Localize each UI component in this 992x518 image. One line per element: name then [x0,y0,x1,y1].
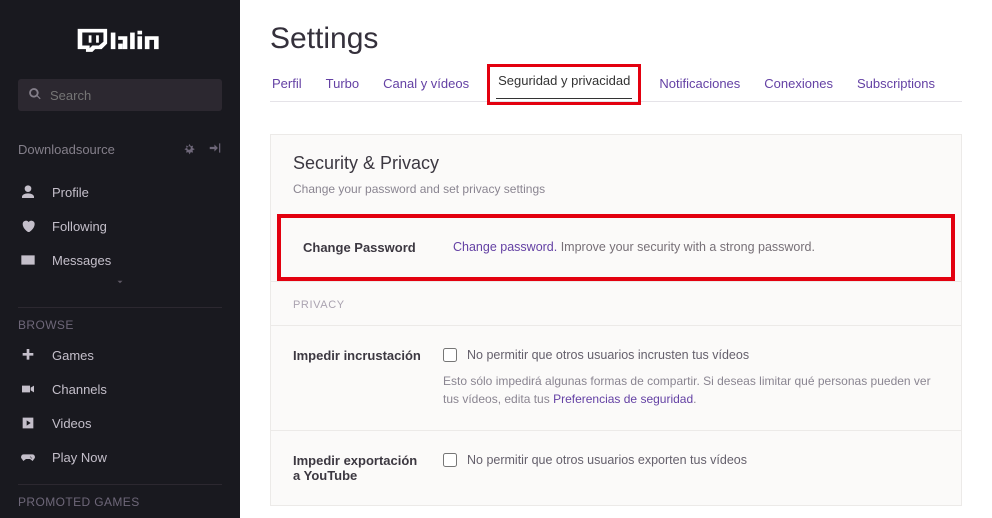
change-password-link[interactable]: Change password. [453,240,557,254]
settings-icon[interactable] [182,141,196,158]
panel-subtitle: Change your password and set privacy set… [293,182,939,196]
tab-canal[interactable]: Canal y vídeos [381,72,471,101]
security-preferences-link[interactable]: Preferencias de seguridad [553,392,693,406]
tab-notificaciones[interactable]: Notificaciones [657,72,742,101]
sidebar-item-videos[interactable]: Videos [0,406,240,440]
tab-turbo[interactable]: Turbo [324,72,361,101]
panel-title: Security & Privacy [293,153,939,174]
privacy-heading: PRIVACY [293,299,345,311]
games-icon [18,347,38,363]
sidebar-item-channels[interactable]: Channels [0,372,240,406]
browse-heading: BROWSE [0,318,240,332]
prevent-embed-row: Impedir incrustación No permitir que otr… [271,325,961,430]
sidebar-item-label: Games [52,348,94,363]
sidebar-item-label: Following [52,219,107,234]
search-icon [28,87,42,104]
search-box[interactable] [18,79,222,111]
prevent-export-label: Impedir exportación a YouTube [293,453,423,483]
divider [18,484,222,485]
prevent-embed-checktext: No permitir que otros usuarios incrusten… [467,348,749,362]
sidebar-item-following[interactable]: Following [0,209,240,243]
camera-icon [18,381,38,397]
tab-seguridad[interactable]: Seguridad y privacidad [496,69,632,99]
expand-toggle[interactable] [0,277,240,297]
heart-icon [18,218,38,234]
sidebar-item-profile[interactable]: Profile [0,175,240,209]
embed-subtext-2: . [693,392,696,406]
change-password-text: Improve your security with a strong pass… [557,240,815,254]
user-icon [18,184,38,200]
sidebar-item-label: Play Now [52,450,107,465]
prevent-export-checkbox[interactable] [443,453,457,467]
sidebar: Downloadsource Profile Following Message… [0,0,240,518]
highlight-tab: Seguridad y privacidad [487,64,641,105]
sidebar-item-label: Messages [52,253,111,268]
tab-conexiones[interactable]: Conexiones [762,72,835,101]
user-row: Downloadsource [0,135,240,163]
promoted-heading: PROMOTED GAMES [0,495,240,509]
prevent-embed-label: Impedir incrustación [293,348,423,408]
page-title: Settings [270,22,962,56]
main-content: Settings Perfil Turbo Canal y vídeos Seg… [240,0,992,518]
sidebar-item-playnow[interactable]: Play Now [0,440,240,474]
prevent-export-row: Impedir exportación a YouTube No permiti… [271,430,961,505]
sidebar-item-games[interactable]: Games [0,338,240,372]
tab-perfil[interactable]: Perfil [270,72,304,101]
username[interactable]: Downloadsource [18,142,115,157]
logout-icon[interactable] [208,141,222,158]
prevent-export-checktext: No permitir que otros usuarios exporten … [467,453,747,467]
tab-subscriptions[interactable]: Subscriptions [855,72,937,101]
sidebar-item-label: Channels [52,382,107,397]
twitch-logo[interactable] [74,22,166,61]
security-panel: Security & Privacy Change your password … [270,134,962,506]
search-input[interactable] [50,88,212,103]
change-password-row: Change Password Change password. Improve… [277,214,955,281]
settings-tabs: Perfil Turbo Canal y vídeos Seguridad y … [270,72,962,102]
prevent-embed-checkbox[interactable] [443,348,457,362]
controller-icon [18,449,38,465]
mail-icon [18,252,38,268]
sidebar-item-label: Videos [52,416,92,431]
play-icon [18,415,38,431]
sidebar-item-label: Profile [52,185,89,200]
divider [18,307,222,308]
change-password-label: Change Password [303,240,433,255]
sidebar-item-messages[interactable]: Messages [0,243,240,277]
